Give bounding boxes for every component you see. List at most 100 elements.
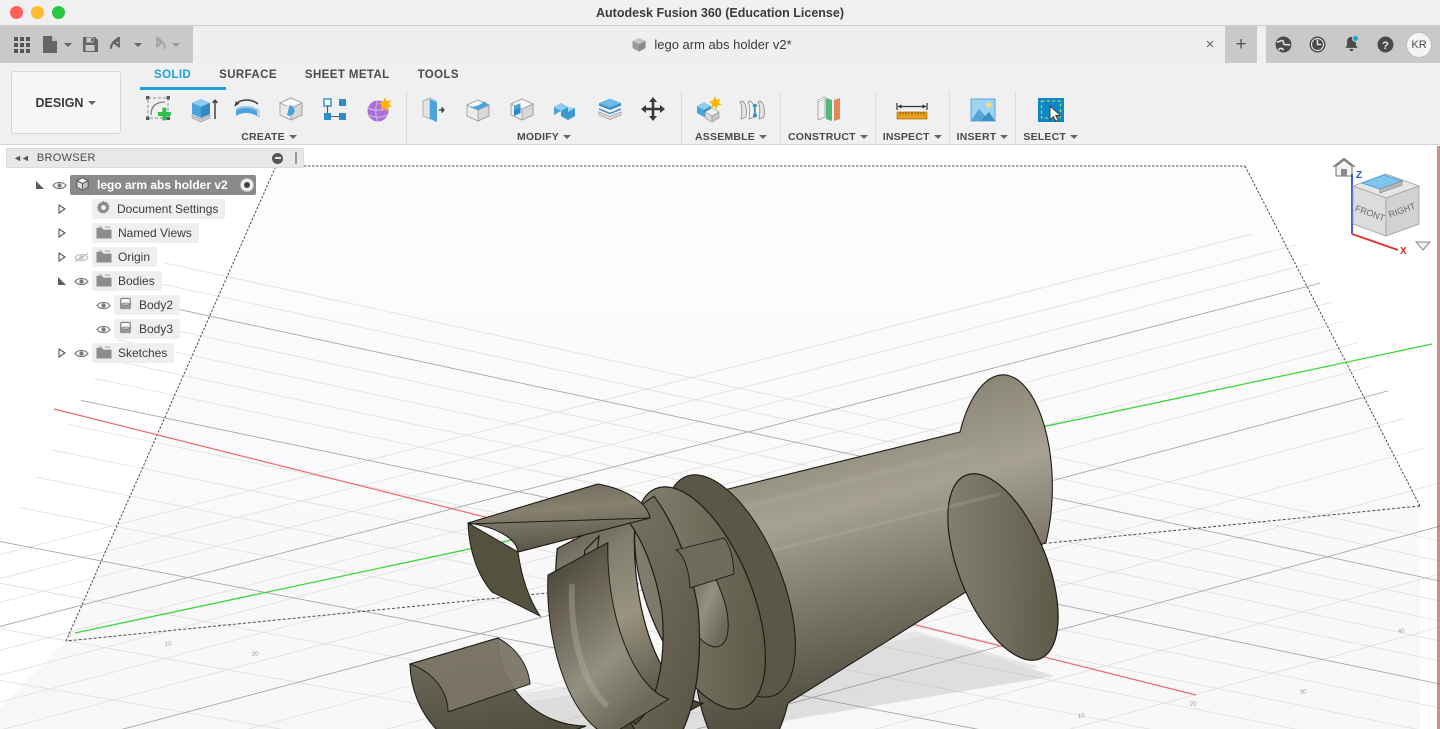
collapse-browser-icon[interactable]: ◄◄ [13, 153, 30, 163]
bell-icon[interactable] [1334, 26, 1368, 63]
panel-insert: INSERT [948, 91, 1016, 144]
browser-node-body[interactable]: Body2 [114, 295, 181, 315]
undo-icon[interactable] [106, 30, 132, 60]
file-dropdown-caret-icon[interactable] [62, 30, 74, 60]
visibility-toggle-icon[interactable] [48, 173, 70, 197]
ribbon: DESIGN SOLID SURFACE SHEET METAL TOOLS C… [0, 63, 1440, 145]
window-titlebar: Autodesk Fusion 360 (Education License) [0, 0, 1440, 26]
redo-dropdown-caret-icon[interactable] [170, 30, 182, 60]
panel-assemble: ASSEMBLE [681, 91, 780, 144]
browser-panel: ◄◄ BROWSER lego arm abs holder v2 Documen… [6, 148, 304, 365]
home-icon[interactable] [1332, 157, 1356, 177]
offset-plane-icon[interactable] [802, 92, 854, 128]
browser-node-bodies[interactable]: Bodies [6, 269, 304, 293]
activate-component-radio[interactable] [239, 178, 254, 192]
active-tab-underline [140, 87, 226, 90]
tab-sheet-metal[interactable]: SHEET METAL [291, 66, 404, 84]
browser-node-named-views[interactable]: Named Views [6, 221, 304, 245]
visibility-toggle-icon[interactable] [92, 293, 114, 317]
visibility-toggle-icon[interactable] [70, 269, 92, 293]
fusion360-window: Autodesk Fusion 360 (Education License) [0, 0, 1440, 729]
tab-tools[interactable]: TOOLS [404, 66, 473, 84]
browser-header: ◄◄ BROWSER [6, 148, 304, 168]
panel-modify-label[interactable]: MODIFY [517, 130, 572, 144]
panel-construct-caret-icon [859, 135, 868, 139]
minimize-window-button[interactable] [31, 6, 44, 19]
expand-collapse-arrow-icon[interactable] [32, 173, 48, 197]
panel-select-label[interactable]: SELECT [1023, 130, 1078, 144]
view-cube-chevron-down-icon[interactable] [1414, 241, 1432, 251]
revolve-icon[interactable] [227, 92, 267, 128]
browser-node-label: Bodies [118, 274, 155, 288]
panel-assemble-label[interactable]: ASSEMBLE [695, 130, 767, 144]
combine-icon[interactable] [546, 92, 586, 128]
browser-node-body[interactable]: Bodies [92, 271, 162, 291]
insert-image-icon[interactable] [958, 92, 1008, 128]
browser-node-label: Sketches [118, 346, 168, 360]
clock-icon[interactable] [1300, 26, 1334, 63]
fillet-icon[interactable] [458, 92, 498, 128]
browser-node-document-settings[interactable]: Document Settings [6, 197, 304, 221]
visibility-toggle-icon[interactable] [70, 245, 92, 269]
file-icon[interactable] [38, 30, 62, 60]
create-sketch-icon[interactable] [139, 92, 179, 128]
body-icon [118, 296, 133, 314]
expand-collapse-arrow-icon[interactable] [54, 341, 70, 365]
joint-icon[interactable] [733, 92, 773, 128]
tab-surface[interactable]: SURFACE [205, 66, 291, 84]
press-pull-icon[interactable] [414, 92, 454, 128]
browser-node-body2[interactable]: Body2 [6, 293, 304, 317]
undo-dropdown-caret-icon[interactable] [132, 30, 144, 60]
browser-node-sketches[interactable]: Sketches [6, 341, 304, 365]
app-grid-icon[interactable] [6, 30, 38, 60]
split-face-icon[interactable] [590, 92, 630, 128]
measure-icon[interactable] [886, 92, 938, 128]
browser-node-origin[interactable]: Origin [6, 245, 304, 269]
close-tab-button[interactable]: × [1195, 26, 1225, 63]
maximize-window-button[interactable] [52, 6, 65, 19]
extrude-icon[interactable] [183, 92, 223, 128]
browser-node-lego-arm-abs-holder-v2[interactable]: lego arm abs holder v2 [6, 173, 304, 197]
view-cube[interactable]: Z X FRONT RIGHT [1322, 152, 1432, 257]
avatar[interactable]: KR [1406, 31, 1432, 58]
browser-node-body[interactable]: lego arm abs holder v2 [70, 175, 256, 195]
pattern-icon[interactable] [315, 92, 355, 128]
globe-icon[interactable] [1266, 26, 1300, 63]
expand-collapse-arrow-icon[interactable] [54, 245, 70, 269]
panel-create-label[interactable]: CREATE [241, 130, 297, 144]
new-tab-button[interactable]: + [1225, 26, 1257, 63]
help-icon[interactable]: ? [1368, 26, 1402, 63]
workspace-switcher-caret-icon [88, 100, 97, 105]
visibility-toggle-icon[interactable] [92, 317, 114, 341]
svg-text:10: 10 [165, 641, 173, 648]
browser-node-body[interactable]: Named Views [92, 223, 199, 243]
browser-node-body[interactable]: Origin [92, 247, 158, 267]
browser-node-body[interactable]: Body3 [114, 319, 181, 339]
select-icon[interactable] [1026, 92, 1076, 128]
panel-inspect-label[interactable]: INSPECT [883, 130, 942, 144]
expand-collapse-arrow-icon[interactable] [54, 269, 70, 293]
sweep-icon[interactable] [271, 92, 311, 128]
tab-solid[interactable]: SOLID [140, 66, 205, 84]
new-component-icon[interactable] [689, 92, 729, 128]
panel-insert-label[interactable]: INSERT [957, 130, 1009, 144]
close-window-button[interactable] [10, 6, 23, 19]
browser-tree: lego arm abs holder v2 Document Settings N… [6, 173, 304, 365]
shell-icon[interactable] [502, 92, 542, 128]
panel-construct-label[interactable]: CONSTRUCT [788, 130, 868, 144]
save-icon[interactable] [74, 30, 106, 60]
form-icon[interactable] [359, 92, 399, 128]
redo-icon[interactable] [144, 30, 170, 60]
browser-resize-grip[interactable] [295, 152, 297, 164]
x-axis-label: X [1400, 246, 1407, 257]
document-tab[interactable]: lego arm abs holder v2* [193, 26, 1230, 63]
visibility-toggle-icon[interactable] [70, 341, 92, 365]
move-copy-icon[interactable] [634, 92, 674, 128]
expand-collapse-arrow-icon[interactable] [54, 197, 70, 221]
browser-node-body[interactable]: Document Settings [92, 199, 226, 219]
workspace-switcher-button[interactable]: DESIGN [11, 71, 121, 134]
browser-node-body3[interactable]: Body3 [6, 317, 304, 341]
browser-node-body[interactable]: Sketches [92, 343, 175, 363]
browser-minus-icon[interactable] [272, 152, 283, 164]
expand-collapse-arrow-icon[interactable] [54, 221, 70, 245]
